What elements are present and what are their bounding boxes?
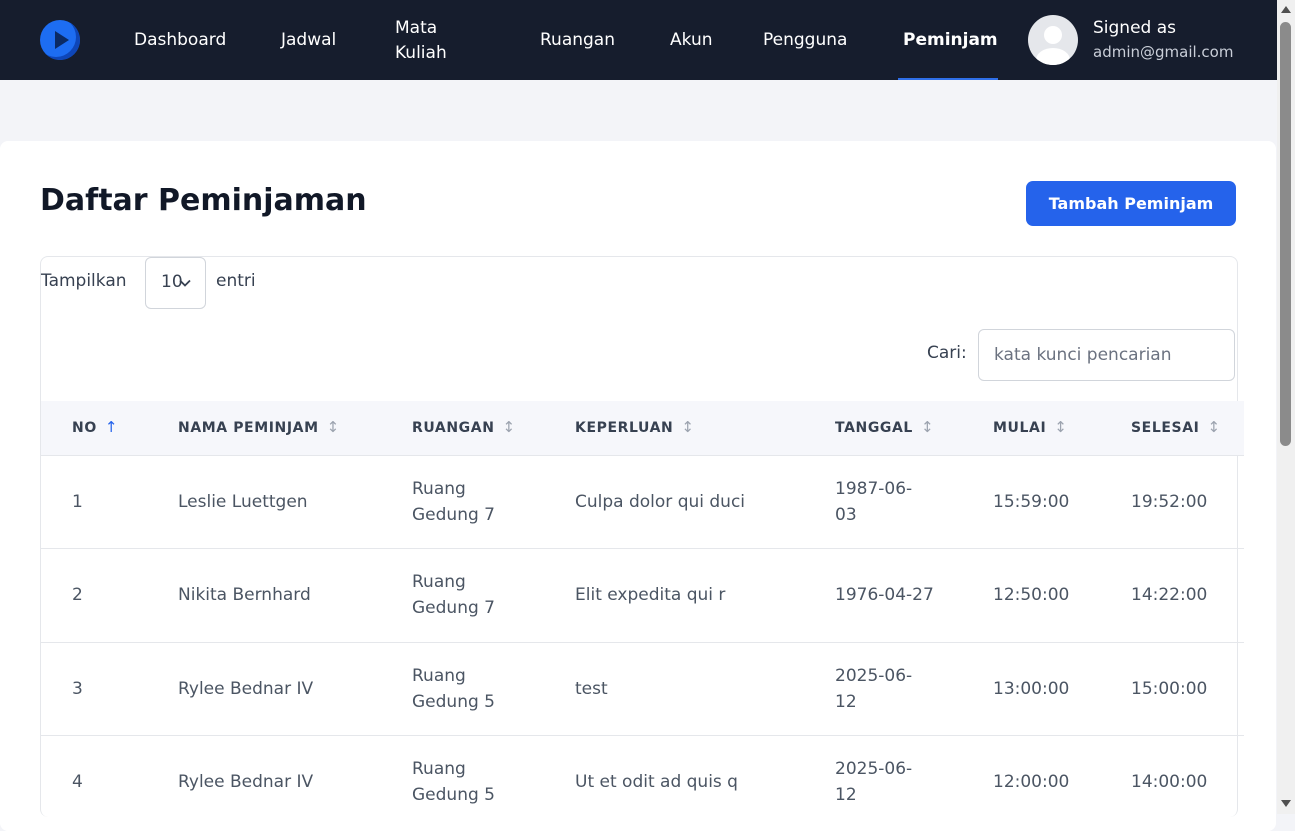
sort-icon: ↕ xyxy=(1207,418,1221,436)
page-scrollbar[interactable] xyxy=(1277,0,1295,814)
column-header-keperluan[interactable]: KEPERLUAN ↕ xyxy=(575,418,695,436)
row-divider xyxy=(41,548,1244,549)
sort-icon: ↕ xyxy=(681,418,695,436)
show-entries-label: Tampilkan xyxy=(41,271,127,291)
cell-mulai: 12:50:00 xyxy=(993,585,1070,605)
nav-peminjam[interactable]: Peminjam xyxy=(903,28,998,53)
cell-ruangan: Ruang xyxy=(412,479,466,499)
scroll-thumb[interactable] xyxy=(1280,22,1291,446)
cell-ruangan: Ruang xyxy=(412,666,466,686)
cell-mulai: 15:59:00 xyxy=(993,492,1070,512)
cell-tanggal-line2: 12 xyxy=(835,692,857,712)
play-logo-icon[interactable] xyxy=(40,20,80,60)
nav-ruangan[interactable]: Ruangan xyxy=(540,28,615,53)
cell-nama: Rylee Bednar IV xyxy=(178,679,314,699)
cell-tanggal-line2: 12 xyxy=(835,785,857,805)
cell-selesai: 19:52:00 xyxy=(1131,492,1208,512)
cell-mulai: 13:00:00 xyxy=(993,679,1070,699)
cell-ruangan-line2: Gedung 5 xyxy=(412,785,495,805)
signed-email: admin@gmail.com xyxy=(1093,43,1234,61)
signed-as-label: Signed as xyxy=(1093,18,1177,38)
top-navbar: Dashboard Jadwal Mata Kuliah Ruangan Aku… xyxy=(0,0,1277,80)
cell-keperluan: Culpa dolor qui duci xyxy=(575,492,746,512)
user-avatar-icon[interactable] xyxy=(1028,15,1078,65)
sort-icon: ↕ xyxy=(326,418,340,436)
sort-ascending-icon: ↑ xyxy=(104,418,118,436)
cell-no: 4 xyxy=(72,772,83,792)
nav-pengguna[interactable]: Pengguna xyxy=(763,28,847,53)
page-length-select[interactable]: 10 xyxy=(145,257,206,309)
cell-tanggal: 1987-06- xyxy=(835,479,913,499)
nav-active-indicator xyxy=(898,78,998,80)
column-header-selesai[interactable]: SELESAI ↕ xyxy=(1131,418,1221,436)
search-input[interactable] xyxy=(978,329,1235,381)
nav-jadwal[interactable]: Jadwal xyxy=(281,28,336,53)
cell-keperluan: test xyxy=(575,679,608,699)
cell-selesai: 14:00:00 xyxy=(1131,772,1208,792)
nav-dashboard[interactable]: Dashboard xyxy=(134,28,226,53)
scroll-up-icon[interactable] xyxy=(1281,6,1291,13)
sort-icon: ↕ xyxy=(502,418,516,436)
scroll-down-icon[interactable] xyxy=(1281,800,1291,807)
cell-tanggal-line2: 03 xyxy=(835,505,857,525)
column-header-tanggal[interactable]: TANGGAL ↕ xyxy=(835,418,934,436)
cell-tanggal: 2025-06- xyxy=(835,759,913,779)
nav-mata-kuliah[interactable]: Mata Kuliah xyxy=(395,16,485,66)
column-header-nama-peminjam[interactable]: NAMA PEMINJAM ↕ xyxy=(178,418,340,436)
cell-mulai: 12:00:00 xyxy=(993,772,1070,792)
cell-ruangan: Ruang xyxy=(412,572,466,592)
cell-no: 2 xyxy=(72,585,83,605)
sort-icon: ↕ xyxy=(920,418,935,436)
column-header-no[interactable]: NO ↑ xyxy=(72,418,118,436)
cell-nama: Rylee Bednar IV xyxy=(178,772,314,792)
cell-nama: Leslie Luettgen xyxy=(178,492,308,512)
nav-akun[interactable]: Akun xyxy=(670,28,713,53)
cell-ruangan: Ruang xyxy=(412,759,466,779)
search-label: Cari: xyxy=(927,343,967,363)
add-borrower-button[interactable]: Tambah Peminjam xyxy=(1026,181,1236,226)
cell-keperluan: Ut et odit ad quis q xyxy=(575,772,738,792)
row-divider xyxy=(41,642,1244,643)
page-title: Daftar Peminjaman xyxy=(40,183,367,218)
chevron-down-icon xyxy=(179,279,191,287)
cell-tanggal: 2025-06- xyxy=(835,666,913,686)
cell-no: 3 xyxy=(72,679,83,699)
sort-icon: ↕ xyxy=(1054,418,1068,436)
cell-nama: Nikita Bernhard xyxy=(178,585,311,605)
cell-keperluan: Elit expedita qui r xyxy=(575,585,726,605)
cell-ruangan-line2: Gedung 7 xyxy=(412,505,495,525)
cell-ruangan-line2: Gedung 5 xyxy=(412,692,495,712)
cell-ruangan-line2: Gedung 7 xyxy=(412,598,495,618)
cell-no: 1 xyxy=(72,492,83,512)
column-header-ruangan[interactable]: RUANGAN ↕ xyxy=(412,418,516,436)
column-header-mulai[interactable]: MULAI ↕ xyxy=(993,418,1067,436)
cell-tanggal: 1976-04-27 xyxy=(835,585,934,605)
entries-label: entri xyxy=(216,271,256,291)
row-divider xyxy=(41,735,1244,736)
cell-selesai: 15:00:00 xyxy=(1131,679,1208,699)
cell-selesai: 14:22:00 xyxy=(1131,585,1208,605)
